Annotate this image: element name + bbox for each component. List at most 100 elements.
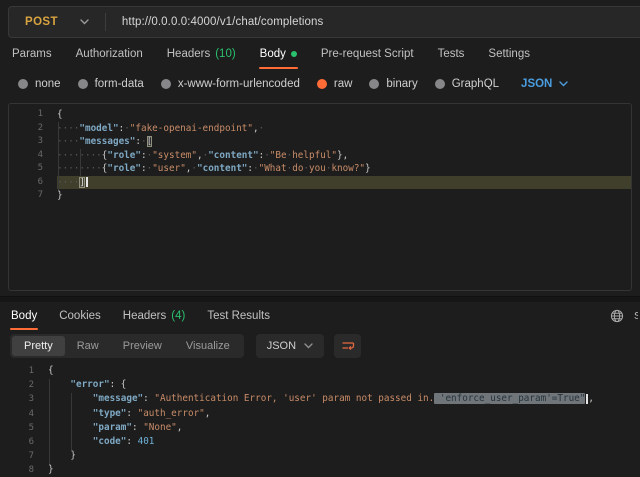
radio-label: binary [386, 78, 417, 90]
response-tab-headers[interactable]: Headers (4) [122, 302, 187, 330]
tab-label: Pre-request Script [321, 48, 414, 60]
postman-request-view: POST http://0.0.0.0:4000/v1/chat/complet… [0, 0, 640, 477]
tab-label: Settings [488, 48, 530, 60]
radio-form-data[interactable]: form-data [78, 78, 144, 90]
tab-label: Headers [123, 310, 166, 322]
radio-x-www-form-urlencoded[interactable]: x-www-form-urlencoded [161, 78, 300, 90]
radio-none[interactable]: none [18, 78, 61, 90]
code-line: 3 "message": "Authentication Error, 'use… [0, 392, 640, 406]
line-number: 7 [15, 189, 43, 203]
line-number: 4 [6, 407, 34, 421]
radio-binary[interactable]: binary [369, 78, 417, 90]
view-visualize[interactable]: Visualize [174, 336, 242, 356]
divider [105, 13, 106, 31]
code-line: 8} [0, 463, 640, 477]
radio-label: GraphQL [452, 78, 499, 90]
view-pretty[interactable]: Pretty [12, 336, 65, 356]
indent-guide [71, 393, 72, 450]
code-line: 3····"messages":·[ [9, 135, 631, 149]
method-selector[interactable]: POST [9, 7, 105, 37]
tab-label: Authorization [76, 48, 143, 60]
code-line: 1{ [9, 108, 631, 122]
code-line: 4 "type": "auth_error", [0, 407, 640, 421]
tab-label: Test Results [207, 310, 270, 322]
view-raw[interactable]: Raw [65, 336, 111, 356]
radio-label: raw [334, 78, 353, 90]
response-tab-body[interactable]: Body [10, 302, 38, 330]
request-tabs: Params Authorization Headers (10) Body Pr… [0, 39, 640, 69]
request-url-bar: POST http://0.0.0.0:4000/v1/chat/complet… [8, 6, 640, 38]
line-number: 5 [6, 421, 34, 435]
tab-label: Body [11, 310, 37, 322]
view-label: Raw [77, 340, 99, 352]
code-line: 2 "error": { [0, 378, 640, 392]
tab-body[interactable]: Body [259, 39, 298, 69]
headers-count-badge: (4) [171, 310, 185, 322]
radio-circle-icon [78, 79, 88, 89]
code-line: 2····"model":·"fake-openai-endpoint",· [9, 122, 631, 136]
tab-label: Params [12, 48, 52, 60]
response-body-viewer[interactable]: 1{2 "error": {3 "message": "Authenticati… [0, 364, 640, 477]
line-number: 2 [6, 378, 34, 392]
tab-label: Headers [167, 48, 210, 60]
headers-count-badge: (10) [215, 48, 235, 60]
line-number: 1 [6, 364, 34, 378]
view-label: Visualize [186, 340, 230, 352]
line-number: 6 [15, 176, 43, 190]
line-number: 3 [6, 392, 34, 406]
response-meta: S [610, 302, 640, 330]
view-preview[interactable]: Preview [111, 336, 174, 356]
indent-guide [58, 122, 59, 190]
view-label: Pretty [24, 340, 53, 352]
tab-label: Tests [438, 48, 465, 60]
code-line: 1{ [0, 364, 640, 378]
line-number: 2 [15, 122, 43, 136]
wrap-lines-button[interactable] [334, 334, 361, 358]
radio-graphql[interactable]: GraphQL [435, 78, 499, 90]
code-line: 5········{"role":·"user",·"content":·"Wh… [9, 162, 631, 176]
tab-pre-request-script[interactable]: Pre-request Script [320, 39, 415, 69]
body-has-content-dot [291, 51, 297, 57]
method-label: POST [25, 16, 58, 28]
line-number: 5 [15, 162, 43, 176]
body-language-dropdown[interactable]: JSON [521, 78, 568, 90]
wrap-lines-icon [341, 340, 355, 353]
globe-icon[interactable] [610, 309, 624, 323]
language-label: JSON [267, 340, 296, 352]
radio-circle-icon [161, 79, 171, 89]
status-text-clipped: S [634, 310, 638, 322]
indent-guide [80, 149, 81, 176]
line-number: 6 [6, 435, 34, 449]
chevron-down-icon [304, 343, 313, 349]
tab-label: Cookies [59, 310, 101, 322]
radio-circle-selected-icon [317, 79, 327, 89]
code-line: 5 "param": "None", [0, 421, 640, 435]
response-tab-cookies[interactable]: Cookies [58, 302, 102, 330]
code-line: 7} [9, 189, 631, 203]
tab-params[interactable]: Params [11, 39, 53, 69]
code-line: 7 } [0, 449, 640, 463]
indent-guide [49, 379, 50, 464]
request-body-editor[interactable]: 1{2····"model":·"fake-openai-endpoint",·… [8, 103, 632, 291]
active-tab-underline [259, 67, 298, 70]
response-view-switcher: Pretty Raw Preview Visualize [10, 334, 244, 358]
radio-circle-icon [369, 79, 379, 89]
response-tab-test-results[interactable]: Test Results [206, 302, 271, 330]
active-tab-underline [10, 328, 38, 331]
response-toolbar: Pretty Raw Preview Visualize JSON [10, 334, 640, 358]
url-input[interactable]: http://0.0.0.0:4000/v1/chat/completions [110, 16, 323, 28]
radio-circle-icon [18, 79, 28, 89]
response-language-dropdown[interactable]: JSON [256, 334, 324, 358]
tab-tests[interactable]: Tests [437, 39, 466, 69]
line-number: 7 [6, 449, 34, 463]
tab-headers[interactable]: Headers (10) [166, 39, 237, 69]
tab-authorization[interactable]: Authorization [75, 39, 144, 69]
radio-label: x-www-form-urlencoded [178, 78, 300, 90]
chevron-down-icon [559, 81, 568, 87]
body-type-selector: none form-data x-www-form-urlencoded raw… [0, 71, 640, 97]
code-line: 6 "code": 401 [0, 435, 640, 449]
radio-raw[interactable]: raw [317, 78, 353, 90]
tab-label: Body [260, 48, 286, 60]
tab-settings[interactable]: Settings [487, 39, 531, 69]
line-number: 4 [15, 149, 43, 163]
